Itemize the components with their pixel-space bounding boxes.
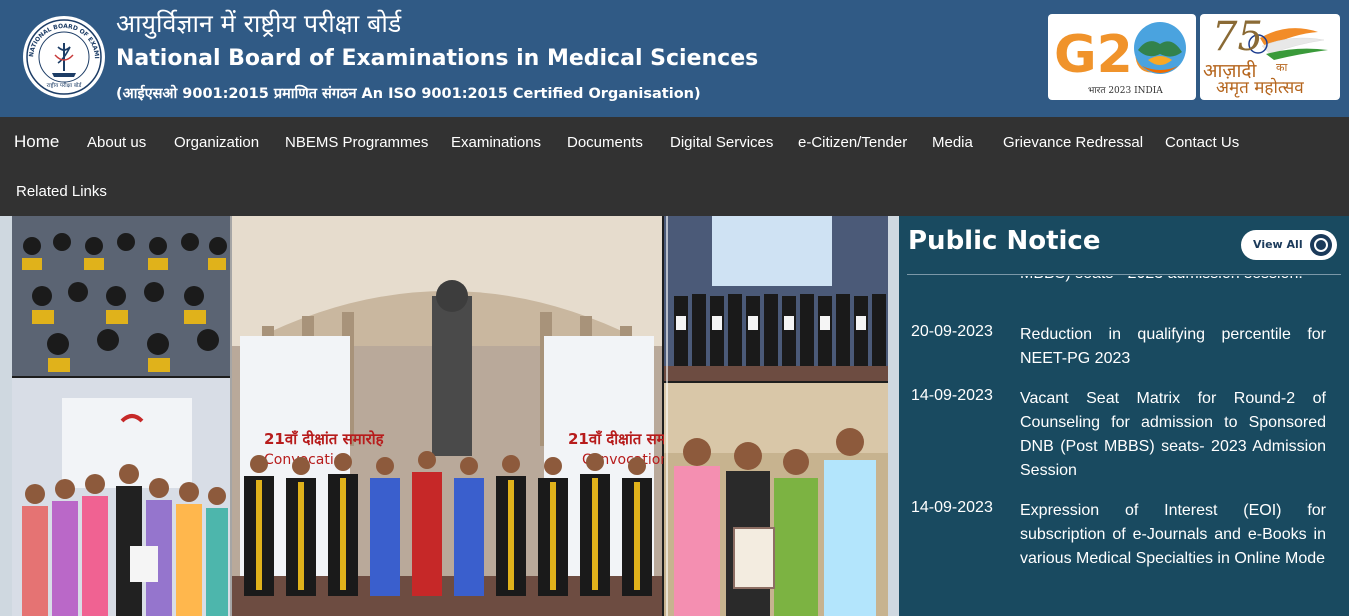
view-all-label: View All — [1253, 238, 1303, 251]
convocation-banner-text-left: 21वाँ दीक्षांत समारोह — [264, 430, 385, 448]
nav-grievance-redressal[interactable]: Grievance Redressal — [1003, 134, 1143, 151]
site-title-hindi: आयुर्विज्ञान में राष्ट्रीय परीक्षा बोर्ड — [116, 9, 402, 38]
main-navigation: Home About us Organization NBEMS Program… — [0, 117, 1349, 216]
notice-text: Expression of Interest (EOI) for subscri… — [1020, 502, 1326, 567]
nav-e-citizen-tender[interactable]: e-Citizen/Tender — [798, 134, 907, 151]
notice-text: Reduction in qualifying percentile for N… — [1020, 326, 1326, 367]
azadi-title-ka: का — [1276, 61, 1288, 74]
nav-nbems-programmes[interactable]: NBEMS Programmes — [285, 134, 428, 151]
notice-list: MBBS) seats - 2023 admission session. 20… — [899, 276, 1349, 616]
iso-certification-line: (आईएसओ 9001:2015 प्रमाणित संगठन An ISO 9… — [116, 86, 701, 102]
view-all-button[interactable]: View All — [1241, 230, 1337, 260]
nav-home[interactable]: Home — [14, 132, 59, 152]
notice-divider — [907, 274, 1341, 275]
notice-text: MBBS) seats - 2023 admission session. — [1020, 276, 1326, 286]
nbems-emblem-logo[interactable]: NATIONAL BOARD OF EXAMINATIONS IN MEDICA… — [22, 15, 106, 99]
azadi-title-line2: अमृत महोत्सव — [1216, 78, 1304, 98]
site-header: NATIONAL BOARD OF EXAMINATIONS IN MEDICA… — [0, 0, 1349, 117]
emblem-bottom-text: राष्ट्रीय परीक्षा बोर्ड — [47, 82, 83, 89]
nav-organization[interactable]: Organization — [174, 134, 259, 151]
notice-text: Vacant Seat Matrix for Round-2 of Counse… — [1020, 390, 1326, 479]
nav-about-us[interactable]: About us — [87, 134, 146, 151]
nav-digital-services[interactable]: Digital Services — [670, 134, 773, 151]
nav-examinations[interactable]: Examinations — [451, 134, 541, 151]
arrow-circle-icon — [1310, 234, 1332, 256]
nav-related-links[interactable]: Related Links — [16, 183, 107, 200]
nav-media[interactable]: Media — [932, 134, 973, 151]
nav-documents[interactable]: Documents — [567, 134, 643, 151]
notice-date: 14-09-2023 — [911, 387, 993, 404]
site-title-english: National Board of Examinations in Medica… — [116, 46, 759, 71]
public-notice-panel: Public Notice View All MBBS) seats - 202… — [899, 216, 1349, 616]
notice-date: 14-09-2023 — [911, 499, 993, 516]
azadi-75-number: 75 — [1212, 14, 1263, 60]
nav-contact-us[interactable]: Contact Us — [1165, 134, 1239, 151]
notice-date: 20-09-2023 — [911, 323, 993, 340]
g20-subtitle: भारत 2023 INDIA — [1088, 86, 1163, 96]
public-notice-title: Public Notice — [908, 226, 1101, 256]
convocation-photo-collage[interactable]: 21वाँ दीक्षांत समारोह Convocation 21वाँ … — [12, 216, 888, 616]
